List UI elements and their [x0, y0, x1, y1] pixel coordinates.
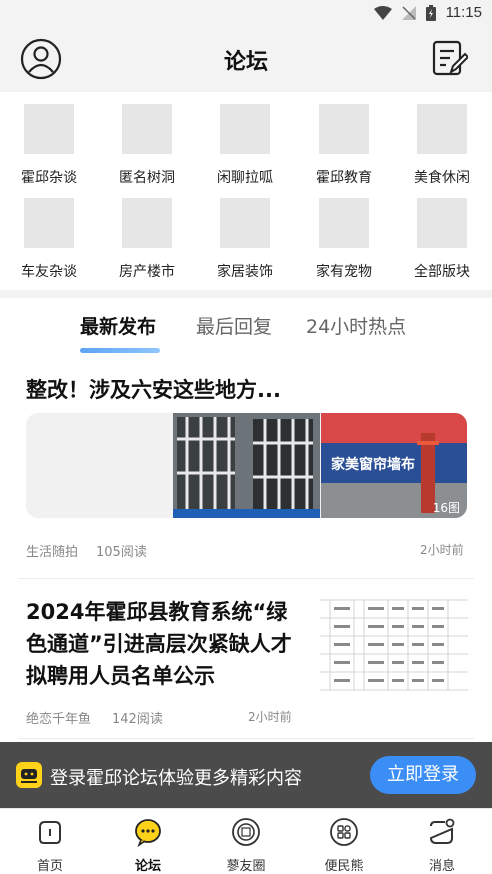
nav-label: 论坛 — [134, 859, 161, 874]
category-item[interactable]: 霍邱杂谈 — [4, 104, 94, 187]
shop-sign-text: 家美窗帘墙布 — [331, 456, 415, 473]
compose-post-icon[interactable] — [432, 40, 468, 78]
message-icon — [429, 818, 455, 844]
category-thumb — [417, 198, 467, 248]
image-count-badge: 16图 — [432, 501, 460, 515]
category-item[interactable]: 房产楼市 — [102, 198, 192, 281]
category-item[interactable]: 闲聊拉呱 — [200, 104, 290, 187]
post-image-strip[interactable]: 家美窗帘墙布 16图 — [26, 413, 467, 518]
login-button[interactable]: 立即登录 — [370, 756, 476, 794]
no-signal-icon — [401, 5, 416, 20]
category-item[interactable]: 家居装饰 — [200, 198, 290, 281]
header: 论坛 — [0, 28, 492, 92]
page-title: 论坛 — [223, 50, 268, 75]
category-item[interactable]: 匿名树洞 — [102, 104, 192, 187]
category-thumb — [24, 104, 74, 154]
nav-forum[interactable]: 论坛 — [108, 817, 188, 874]
category-thumb — [24, 198, 74, 248]
grid-icon — [330, 818, 358, 846]
nav-home[interactable]: 首页 — [10, 817, 90, 874]
status-bar: 11:15 — [0, 0, 492, 28]
active-tab-indicator — [80, 348, 160, 353]
category-thumb — [220, 198, 270, 248]
category-thumb — [417, 104, 467, 154]
category-label: 美食休闲 — [414, 170, 470, 186]
category-label: 匿名树洞 — [119, 170, 175, 186]
post-time: 2小时前 — [420, 543, 464, 557]
post-reads: 142阅读 — [112, 712, 163, 727]
category-thumb — [319, 104, 369, 154]
nav-label: 消息 — [428, 859, 455, 874]
feed-tabs: 最新发布 最后回复 24小时热点 — [0, 312, 492, 353]
wifi-icon — [373, 5, 392, 20]
category-label: 霍邱教育 — [316, 170, 372, 186]
chat-bubble-icon — [135, 819, 161, 848]
post-section[interactable]: 生活随拍 — [26, 541, 78, 560]
category-label: 家有宠物 — [316, 264, 372, 280]
tab-last-reply[interactable]: 最后回复 — [196, 312, 272, 339]
nav-label: 蓼友圈 — [226, 859, 266, 874]
category-item[interactable]: 美食休闲 — [397, 104, 487, 187]
category-label: 全部版块 — [414, 264, 470, 280]
tab-latest[interactable]: 最新发布 — [80, 312, 156, 339]
category-label: 闲聊拉呱 — [217, 170, 273, 186]
category-grid: 霍邱杂谈 匿名树洞 闲聊拉呱 霍邱教育 美食休闲 车友杂谈 房产楼市 家居装饰 … — [0, 92, 492, 290]
bottom-nav: 首页 论坛 蓼友圈 便民熊 消息 — [0, 808, 492, 874]
status-icons: 11:15 — [373, 4, 482, 21]
category-label: 霍邱杂谈 — [21, 170, 77, 186]
category-item[interactable]: 车友杂谈 — [4, 198, 94, 281]
app-logo-icon — [16, 762, 42, 788]
nav-services[interactable]: 便民熊 — [304, 817, 384, 874]
home-icon — [39, 821, 61, 844]
post-author[interactable]: 绝恋千年鱼 — [26, 708, 91, 727]
category-label: 家居装饰 — [217, 264, 273, 280]
category-item[interactable]: 家有宠物 — [299, 198, 389, 281]
login-prompt-text: 登录霍邱论坛体验更多精彩内容 — [50, 768, 302, 789]
post-reads: 105阅读 — [96, 545, 147, 560]
category-thumb — [319, 198, 369, 248]
post-title[interactable]: 整改！涉及六安这些地方... — [26, 374, 281, 404]
category-thumb — [122, 198, 172, 248]
category-item[interactable]: 霍邱教育 — [299, 104, 389, 187]
login-prompt-banner: 登录霍邱论坛体验更多精彩内容 立即登录 — [0, 742, 492, 808]
post-thumbnail-table[interactable] — [320, 594, 468, 696]
post-feed: 最新发布 最后回复 24小时热点 整改！涉及六安这些地方... 家美窗帘墙布 1… — [0, 298, 492, 808]
post-image-shopfront: 家美窗帘墙布 16图 — [321, 413, 467, 518]
category-thumb — [220, 104, 270, 154]
nav-label: 便民熊 — [324, 859, 364, 874]
post-divider — [18, 738, 474, 739]
category-label: 房产楼市 — [119, 264, 175, 280]
post-time: 2小时前 — [248, 710, 292, 724]
battery-icon — [425, 4, 436, 21]
category-label: 车友杂谈 — [21, 264, 77, 280]
post-image-window — [173, 413, 320, 518]
circle-icon — [232, 818, 260, 846]
nav-circle[interactable]: 蓼友圈 — [206, 817, 286, 874]
nav-messages[interactable]: 消息 — [402, 817, 482, 874]
post-divider — [18, 578, 474, 579]
tab-24h-hot[interactable]: 24小时热点 — [306, 312, 406, 339]
post-title[interactable]: 2024年霍邱县教育系统“绿色通道”引进高层次紧缺人才拟聘用人员名单公示 — [26, 596, 306, 692]
nav-label: 首页 — [36, 859, 63, 874]
category-item[interactable]: 全部版块 — [397, 198, 487, 281]
status-time: 11:15 — [445, 4, 482, 21]
category-thumb — [122, 104, 172, 154]
